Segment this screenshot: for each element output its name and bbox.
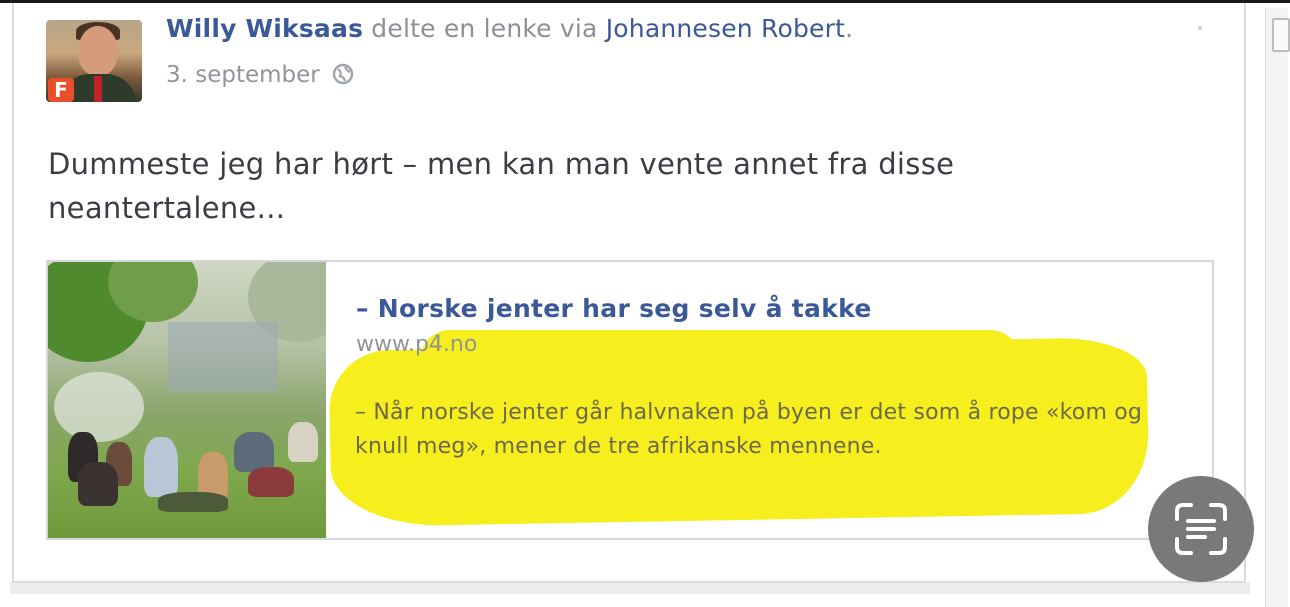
link-domain: www.p4.no	[356, 332, 478, 357]
scrollbar-thumb[interactable]	[1272, 18, 1290, 52]
via-link[interactable]: Johannesen Robert	[606, 14, 845, 43]
thumb-person	[288, 422, 318, 462]
text-scan-icon	[1175, 503, 1227, 555]
link-thumbnail[interactable]	[48, 262, 326, 538]
thumb-person	[234, 432, 274, 472]
post-header: Willy Wiksaas delte en lenke via Johanne…	[166, 14, 853, 43]
thumb-person	[144, 437, 178, 497]
avatar[interactable]: F	[46, 20, 142, 102]
post-message: Dummeste jeg har hørt – men kan man vent…	[48, 147, 955, 225]
post-meta: 3. september	[166, 62, 354, 91]
thumb-smoke	[54, 372, 144, 442]
author-link[interactable]: Willy Wiksaas	[166, 14, 363, 43]
post-options-hint[interactable]	[1198, 26, 1202, 30]
thumb-building	[168, 322, 278, 392]
post-date[interactable]: 3. september	[166, 62, 320, 88]
via-suffix: .	[845, 14, 854, 43]
avatar-tie	[94, 76, 102, 102]
party-logo-badge: F	[48, 78, 74, 102]
avatar-face	[78, 26, 118, 76]
scrollbar-track[interactable]	[1265, 8, 1288, 607]
share-action-text: delte en lenke via	[363, 14, 606, 43]
text-scan-button[interactable]	[1148, 476, 1254, 582]
link-title[interactable]: – Norske jenter har seg selv å takke	[356, 294, 872, 323]
thumb-person	[78, 462, 118, 506]
thumb-person	[248, 467, 294, 497]
card-shadow	[10, 582, 1250, 594]
thumb-person	[158, 492, 228, 512]
link-description: – Når norske jenter går halvnaken på bye…	[355, 400, 1143, 459]
globe-icon[interactable]	[332, 63, 354, 91]
